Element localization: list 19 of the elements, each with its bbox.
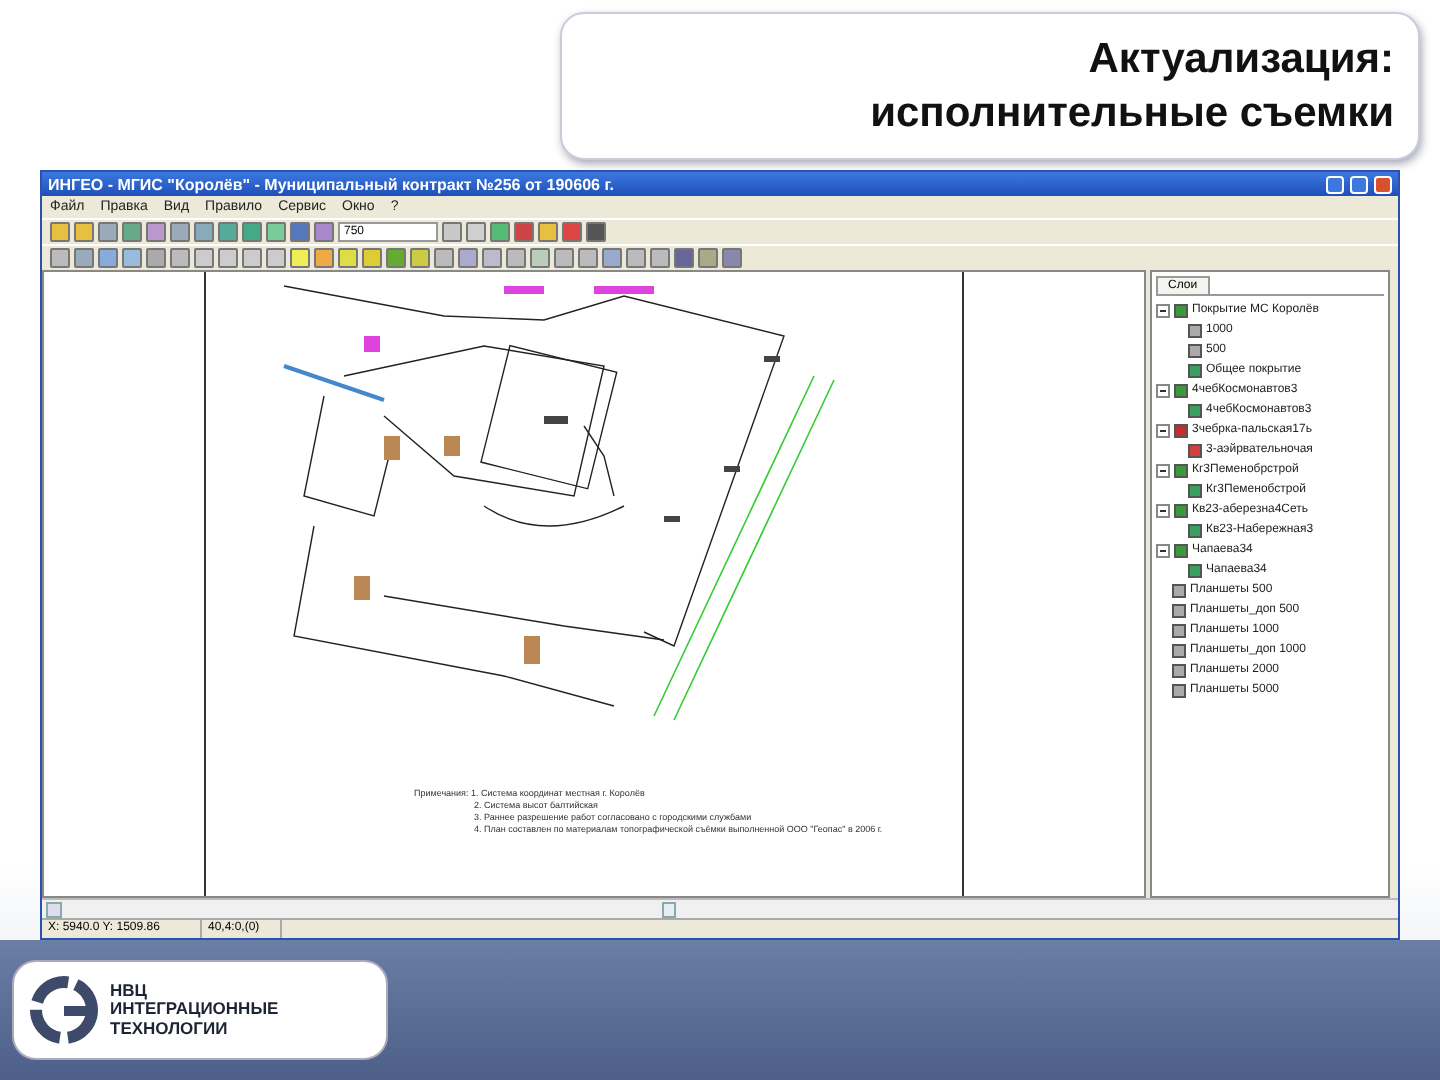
horizontal-scrollbar[interactable] [42,898,1398,918]
logo-text: НВЦ [110,981,149,1001]
window-title: ИНГЕО - МГИС "Королёв" - Муниципальный контракт №256 от 190606 г. [48,175,616,193]
logo-text: ИНТЕГРАЦИОННЫЕ [110,1000,279,1020]
expand-toggle[interactable] [1156,543,1170,557]
minimize-button[interactable] [1326,175,1344,193]
expand-toggle[interactable] [1156,423,1170,437]
restore-button[interactable] [1350,175,1368,193]
expand-toggle[interactable] [1156,383,1170,397]
slide-title: исполнительные съемки [870,88,1394,140]
scroll-thumb[interactable] [662,901,676,917]
expand-toggle[interactable] [1156,503,1170,517]
scroll-left-button[interactable] [46,901,62,917]
close-button[interactable] [1374,175,1392,193]
expand-toggle[interactable] [1156,463,1170,477]
slide-title: Актуализация: [1088,33,1394,86]
expand-toggle[interactable] [1156,303,1170,317]
logo-text: ТЕХНОЛОГИИ [110,1019,228,1039]
logo-icon [30,976,98,1044]
